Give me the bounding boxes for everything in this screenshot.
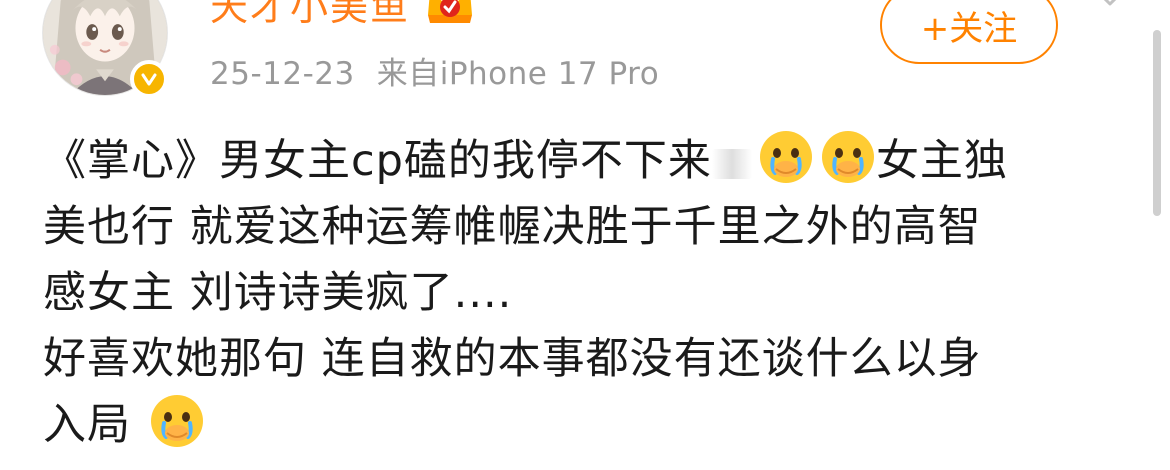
crying-face-emoji — [149, 393, 205, 449]
post-timestamp: 25-12-23 — [210, 56, 355, 92]
fade-divider — [711, 149, 752, 179]
chevron-down-icon[interactable] — [1092, 0, 1128, 12]
post-text-segment: 入局 — [43, 400, 131, 450]
post-line-5: 入局 — [43, 392, 1143, 458]
post-meta: 25-12-23 来自iPhone 17 Pro — [210, 48, 659, 93]
follow-button[interactable]: +关注 — [880, 0, 1058, 64]
vip-crown-icon[interactable] — [424, 0, 476, 25]
post-line-1: 《掌心》男女主cp磕的我停不下来 女主独 — [43, 128, 1143, 194]
username-row: 天才小美鱼 — [210, 0, 476, 31]
post-source: 来自iPhone 17 Pro — [376, 56, 660, 92]
post-line-4: 好喜欢她那句 连自救的本事都没有还谈什么以身 — [43, 334, 982, 384]
crying-face-emoji — [820, 129, 876, 185]
post-line-2: 美也行 就爱这种运筹帷幄决胜于千里之外的高智 — [43, 202, 982, 252]
username[interactable]: 天才小美鱼 — [210, 0, 410, 31]
post-line-3: 感女主 刘诗诗美疯了.... — [43, 268, 513, 318]
post-text-segment: 女主独 — [875, 136, 1008, 186]
post-text-segment: 《掌心》男女主cp磕的我停不下来 — [43, 136, 712, 186]
scrollbar[interactable] — [1153, 30, 1161, 216]
crying-face-emoji — [758, 129, 814, 185]
verified-badge-icon — [130, 60, 168, 98]
post-body: 《掌心》男女主cp磕的我停不下来 女主独 美也行 就爱这种运筹帷幄决胜于千里之外的… — [43, 128, 1143, 458]
